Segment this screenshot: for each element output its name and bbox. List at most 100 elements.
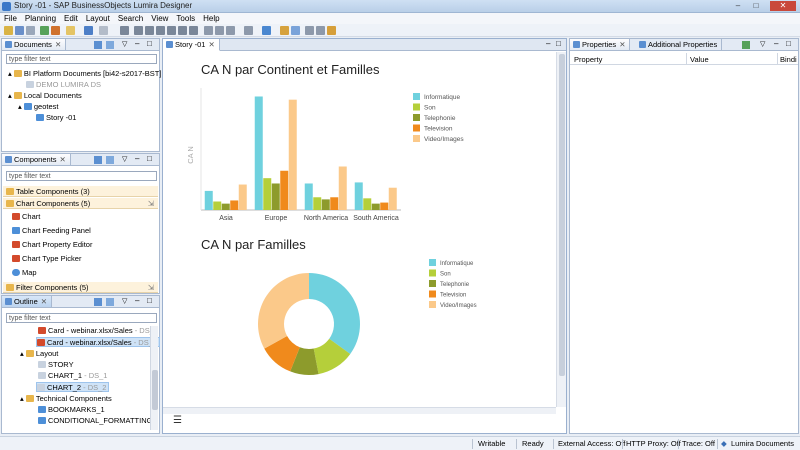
outline-item-chart-2[interactable]: CHART_2 - DS_2 xyxy=(36,382,110,392)
outline-item-card-2[interactable]: Card - webinar.xlsx/Sales - DS_2 xyxy=(36,337,161,347)
expand-all-icon[interactable] xyxy=(106,298,114,306)
editor-horizontal-scrollbar[interactable] xyxy=(163,407,556,414)
maximize-editor-icon[interactable]: □ xyxy=(556,39,561,48)
outline-item-card-1[interactable]: Card - webinar.xlsx/Sales - DS_1 xyxy=(38,326,158,336)
menu-search[interactable]: Search xyxy=(114,13,147,24)
component-chart[interactable]: Chart xyxy=(12,212,40,222)
view-menu-icon[interactable]: ▽ xyxy=(122,40,127,48)
tab-additional-properties[interactable]: Additional Properties xyxy=(636,39,723,51)
tab-documents[interactable]: Documents ✕ xyxy=(2,39,67,51)
expand-all-icon[interactable] xyxy=(106,156,114,164)
grid-lines-icon[interactable] xyxy=(316,26,325,35)
pie-chart[interactable]: CA N par Familles Informatique Son Telepho… xyxy=(163,227,556,407)
export-icon[interactable] xyxy=(51,26,60,35)
minimize-panel-icon[interactable]: – xyxy=(135,154,139,163)
pen-icon[interactable] xyxy=(280,26,289,35)
editor-vertical-scrollbar[interactable] xyxy=(556,52,566,407)
status-trace[interactable]: Trace: Off xyxy=(682,439,715,448)
collapse-all-icon[interactable] xyxy=(94,41,102,49)
outline-item-technical-components[interactable]: ▴ Technical Components xyxy=(20,394,112,404)
view-menu-icon[interactable]: ▽ xyxy=(122,297,127,305)
expand-icon[interactable]: ▴ xyxy=(20,349,26,358)
distribute-icon[interactable] xyxy=(204,26,213,35)
expand-icon[interactable]: ▴ xyxy=(20,394,26,403)
scrollbar-thumb[interactable] xyxy=(559,54,565,376)
component-chart-feeding-panel[interactable]: Chart Feeding Panel xyxy=(12,226,91,236)
maximize-panel-icon[interactable]: □ xyxy=(786,39,791,48)
align-left-icon[interactable] xyxy=(134,26,143,35)
script-icon[interactable] xyxy=(291,26,300,35)
tree-item-local-documents[interactable]: ▴ Local Documents xyxy=(8,91,82,101)
status-external-access[interactable]: External Access: Off xyxy=(558,439,625,448)
bookmark-icon[interactable] xyxy=(327,26,336,35)
save-all-icon[interactable] xyxy=(26,26,35,35)
size-icon[interactable] xyxy=(215,26,224,35)
layout-icon[interactable] xyxy=(244,26,253,35)
minimize-panel-icon[interactable]: – xyxy=(135,296,139,305)
menu-view[interactable]: View xyxy=(147,13,172,24)
outline-scrollbar[interactable] xyxy=(150,326,158,430)
tree-item-bi-platform[interactable]: ▴ BI Platform Documents [bi42-s2017-BST] xyxy=(8,69,161,79)
outline-item-layout[interactable]: ▴ Layout xyxy=(20,349,58,359)
story-canvas[interactable]: CA N par Continent et Familles CA N Asia… xyxy=(163,52,556,407)
column-value[interactable]: Value xyxy=(690,55,709,64)
scrollbar-thumb[interactable] xyxy=(152,370,158,410)
outline-item-bookmarks[interactable]: BOOKMARKS_1 xyxy=(38,405,105,415)
expand-icon[interactable]: ▴ xyxy=(8,69,14,78)
tab-story-01[interactable]: Story -01 ✕ xyxy=(163,39,220,51)
align-middle-icon[interactable] xyxy=(178,26,187,35)
menu-edit[interactable]: Edit xyxy=(60,13,82,24)
maximize-button[interactable]: □ xyxy=(748,1,764,11)
outline-item-chart-1[interactable]: CHART_1 - DS_1 xyxy=(38,371,107,381)
component-chart-type-picker[interactable]: Chart Type Picker xyxy=(12,254,81,264)
minimize-editor-icon[interactable]: – xyxy=(546,39,550,48)
status-http-proxy[interactable]: HTTP Proxy: Off xyxy=(626,439,681,448)
documents-filter-input[interactable]: type filter text xyxy=(6,54,157,64)
redo-icon[interactable] xyxy=(99,26,108,35)
grid-icon[interactable] xyxy=(226,26,235,35)
tree-item-story-01[interactable]: Story -01 xyxy=(36,113,76,123)
pin-icon[interactable]: ⇲ xyxy=(148,198,154,209)
minimize-panel-icon[interactable]: – xyxy=(774,39,778,48)
section-table-components[interactable]: Table Components (3) xyxy=(3,186,158,197)
bar-chart[interactable]: CA N par Continent et Familles CA N Asia… xyxy=(163,52,556,228)
tree-item-demo-lumira[interactable]: DEMO LUMIRA DS xyxy=(26,80,101,90)
maximize-panel-icon[interactable]: □ xyxy=(147,296,152,305)
menu-help[interactable]: Help xyxy=(199,13,223,24)
link-icon[interactable] xyxy=(106,41,114,49)
align-top-icon[interactable] xyxy=(167,26,176,35)
maximize-panel-icon[interactable]: □ xyxy=(147,39,152,48)
expand-icon[interactable]: ▴ xyxy=(8,91,14,100)
outline-item-conditional-formatting[interactable]: CONDITIONAL_FORMATTING_S xyxy=(38,416,150,426)
components-filter-input[interactable]: type filter text xyxy=(6,171,157,181)
menu-file[interactable]: File xyxy=(0,13,21,24)
new-icon[interactable] xyxy=(4,26,13,35)
tab-properties[interactable]: Properties ✕ xyxy=(570,39,631,51)
undo-icon[interactable] xyxy=(84,26,93,35)
new-window-icon[interactable] xyxy=(742,41,750,49)
view-menu-icon[interactable]: ▽ xyxy=(760,40,765,48)
tab-components[interactable]: Components ✕ xyxy=(2,154,71,166)
component-map[interactable]: Map xyxy=(12,268,37,278)
outline-filter-input[interactable]: type filter text xyxy=(6,313,157,323)
maximize-panel-icon[interactable]: □ xyxy=(147,154,152,163)
view-menu-icon[interactable]: ▽ xyxy=(122,155,127,163)
frame-icon[interactable] xyxy=(305,26,314,35)
align-center-icon[interactable] xyxy=(145,26,154,35)
column-binding[interactable]: Bindi xyxy=(780,55,797,64)
close-button[interactable]: ✕ xyxy=(770,1,796,11)
save-icon[interactable] xyxy=(15,26,24,35)
execute-icon[interactable] xyxy=(40,26,49,35)
align-right-icon[interactable] xyxy=(156,26,165,35)
preview-icon[interactable] xyxy=(262,26,271,35)
section-filter-components[interactable]: Filter Components (5) ⇲ xyxy=(3,282,158,293)
column-property[interactable]: Property xyxy=(574,55,602,64)
minimize-button[interactable]: – xyxy=(730,1,746,11)
hamburger-menu-icon[interactable]: ☰ xyxy=(173,415,182,426)
expand-icon[interactable]: ▴ xyxy=(18,102,24,111)
open-icon[interactable] xyxy=(66,26,75,35)
outline-item-story[interactable]: STORY xyxy=(38,360,74,370)
settings-icon[interactable] xyxy=(120,26,129,35)
align-bottom-icon[interactable] xyxy=(189,26,198,35)
collapse-all-icon[interactable] xyxy=(94,298,102,306)
